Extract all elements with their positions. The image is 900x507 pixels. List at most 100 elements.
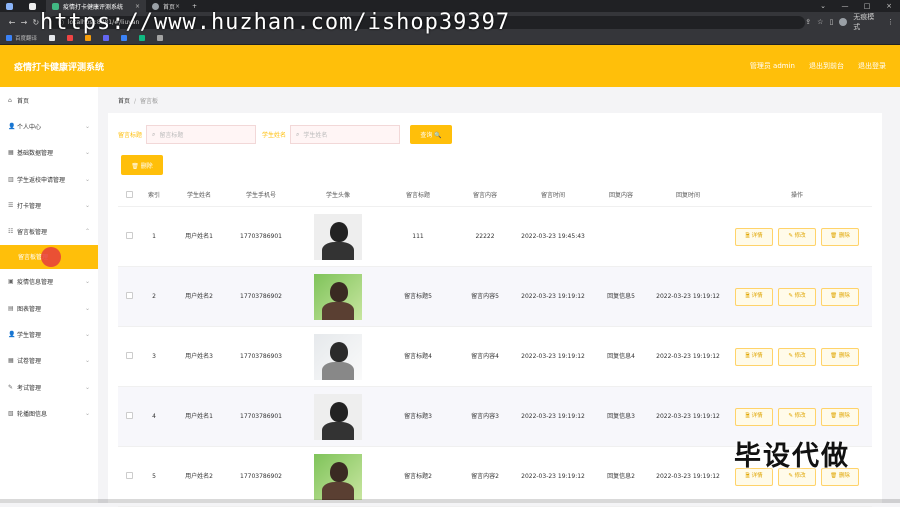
bookmark-icon bbox=[67, 35, 73, 41]
maximize-icon[interactable]: □ bbox=[856, 2, 878, 10]
chevron-down-icon: ⌄ bbox=[85, 305, 90, 312]
minimize-icon[interactable]: — bbox=[834, 2, 856, 10]
bookmark-icon bbox=[49, 35, 55, 41]
detail-button[interactable]: 🗎 详情 bbox=[735, 288, 773, 306]
select-all-checkbox[interactable] bbox=[126, 191, 133, 198]
sidebar-item-carousel[interactable]: ▧轮播图信息⌄ bbox=[0, 400, 98, 426]
search-button[interactable]: 查询 🔍 bbox=[410, 125, 452, 144]
student-name: 用户姓名2 bbox=[168, 292, 230, 301]
column-header: 留言内容 bbox=[452, 191, 518, 200]
breadcrumb-current: 留言板 bbox=[140, 98, 158, 105]
delete-button[interactable]: 🗑 删除 bbox=[821, 288, 859, 306]
batch-delete-button[interactable]: 🗑 删除 bbox=[121, 155, 163, 175]
name-search-label: 学生姓名 bbox=[262, 130, 286, 139]
close-icon[interactable]: × bbox=[135, 3, 140, 10]
sidebar-item-return-school[interactable]: ▥学生返校申请管理⌄ bbox=[0, 166, 98, 192]
bookmark-item[interactable] bbox=[67, 35, 73, 41]
new-tab-button[interactable]: + bbox=[186, 0, 203, 12]
forward-arrow-icon[interactable]: → bbox=[18, 18, 30, 27]
menu-icon[interactable]: ⋮ bbox=[887, 18, 894, 26]
edit-button[interactable]: ✎ 修改 bbox=[778, 288, 816, 306]
chevron-down-icon: ⌄ bbox=[85, 278, 90, 285]
row-index: 4 bbox=[140, 412, 168, 421]
student-name: 用户姓名3 bbox=[168, 352, 230, 361]
delete-button[interactable]: 🗑 删除 bbox=[821, 348, 859, 366]
profile-label[interactable]: 无痕模式 bbox=[853, 12, 881, 32]
row-checkbox[interactable] bbox=[126, 292, 133, 299]
incognito-icon[interactable] bbox=[839, 18, 847, 26]
reply-content: 回复信息2 bbox=[588, 472, 654, 481]
share-icon[interactable]: ⇪ bbox=[805, 18, 811, 26]
carousel-icon: ▧ bbox=[8, 410, 17, 417]
bookmark-item[interactable] bbox=[85, 35, 91, 41]
delete-button[interactable]: 🗑 删除 bbox=[821, 408, 859, 426]
star-icon[interactable]: ☆ bbox=[817, 18, 823, 26]
app-header: 疫情打卡健康评测系统 管理员 admin 退出到前台 退出登录 bbox=[0, 45, 900, 87]
student-name: 用户姓名2 bbox=[168, 472, 230, 481]
row-checkbox[interactable] bbox=[126, 352, 133, 359]
detail-button[interactable]: 🗎 详情 bbox=[735, 228, 773, 246]
sidebar-item-charts[interactable]: ▤图表管理⌄ bbox=[0, 295, 98, 321]
bookmark-item[interactable] bbox=[157, 35, 163, 41]
detail-button[interactable]: 🗎 详情 bbox=[735, 348, 773, 366]
checklist-icon: ☰ bbox=[8, 202, 17, 209]
sidebar-item-papers[interactable]: ▦试卷管理⌄ bbox=[0, 348, 98, 374]
cursor-highlight bbox=[41, 247, 61, 267]
sidebar-item-checkin[interactable]: ☰打卡管理⌄ bbox=[0, 192, 98, 218]
title-search-input[interactable]: ⌕留言标题 bbox=[146, 125, 256, 144]
sidebar-icon[interactable]: ▯ bbox=[829, 18, 833, 26]
bookmark-item[interactable] bbox=[121, 35, 127, 41]
row-checkbox[interactable] bbox=[126, 412, 133, 419]
logout-link[interactable]: 退出登录 bbox=[858, 61, 886, 71]
sidebar-item-personal[interactable]: 👤个人中心⌄ bbox=[0, 113, 98, 139]
close-icon[interactable]: × bbox=[175, 3, 180, 10]
column-header: 回复时间 bbox=[654, 191, 722, 200]
bottom-scrollbar[interactable] bbox=[0, 499, 900, 503]
bookmark-item[interactable]: 百度翻译 bbox=[6, 34, 37, 42]
sidebar-subitem-message-board[interactable]: 留言板管理 bbox=[0, 245, 98, 269]
breadcrumb-home[interactable]: 首页 bbox=[118, 98, 130, 105]
sidebar-item-message-board[interactable]: ☷留言板管理⌃ bbox=[0, 218, 98, 244]
table-header-row: 索引 学生姓名 学生手机号 学生头像 留言标题 留言内容 留言时间 回复内容 回… bbox=[118, 185, 872, 207]
message-title: 111 bbox=[384, 232, 452, 241]
browser-tab[interactable] bbox=[0, 0, 23, 12]
bookmark-icon bbox=[85, 35, 91, 41]
table-row: 2用户姓名217703786902留言标题5留言内容52022-03-23 19… bbox=[118, 267, 872, 327]
chevron-down-icon[interactable]: ⌄ bbox=[812, 2, 834, 10]
detail-button[interactable]: 🗎 详情 bbox=[735, 408, 773, 426]
browser-tab[interactable]: 首页× bbox=[146, 0, 186, 12]
sidebar-item-epidemic-info[interactable]: ▣疫情信息管理⌄ bbox=[0, 269, 98, 295]
grid-icon: ▦ bbox=[8, 149, 17, 156]
name-search-input[interactable]: ⌕学生姓名 bbox=[290, 125, 400, 144]
row-checkbox[interactable] bbox=[126, 472, 133, 479]
edit-button[interactable]: ✎ 修改 bbox=[778, 408, 816, 426]
student-name: 用户姓名1 bbox=[168, 412, 230, 421]
browser-tab[interactable] bbox=[23, 0, 46, 12]
close-window-icon[interactable]: × bbox=[878, 2, 900, 10]
search-icon: ⌕ bbox=[152, 131, 155, 139]
bookmark-item[interactable] bbox=[139, 35, 145, 41]
back-to-frontend-link[interactable]: 退出到前台 bbox=[809, 61, 844, 71]
search-form: 留言标题 ⌕留言标题 学生姓名 ⌕学生姓名 查询 🔍 bbox=[118, 125, 452, 144]
reload-icon[interactable]: ↻ bbox=[30, 18, 42, 27]
student-phone: 17703786901 bbox=[230, 412, 292, 421]
edit-button[interactable]: ✎ 修改 bbox=[778, 228, 816, 246]
bookmark-item[interactable] bbox=[49, 35, 55, 41]
sidebar-item-home[interactable]: ⌂首页 bbox=[0, 87, 98, 113]
column-header: 留言标题 bbox=[384, 191, 452, 200]
back-arrow-icon[interactable]: ← bbox=[6, 18, 18, 27]
sidebar-item-students[interactable]: 👤学生管理⌄ bbox=[0, 321, 98, 347]
url-input[interactable]: ⓘlocalhost:8081/#/liuyan bbox=[48, 16, 805, 29]
delete-button[interactable]: 🗑 删除 bbox=[821, 228, 859, 246]
sidebar-item-basic-data[interactable]: ▦基础数据管理⌄ bbox=[0, 140, 98, 166]
reply-time: 2022-03-23 19:19:12 bbox=[654, 472, 722, 481]
sidebar-item-exams[interactable]: ✎考试管理⌄ bbox=[0, 374, 98, 400]
edit-button[interactable]: ✎ 修改 bbox=[778, 348, 816, 366]
bookmark-icon bbox=[6, 35, 12, 41]
bookmark-item[interactable] bbox=[103, 35, 109, 41]
column-header: 学生手机号 bbox=[230, 191, 292, 200]
row-checkbox[interactable] bbox=[126, 232, 133, 239]
student-avatar bbox=[314, 214, 362, 260]
student-phone: 17703786901 bbox=[230, 232, 292, 241]
browser-tab-active[interactable]: 疫情打卡健康评测系统× bbox=[46, 0, 146, 12]
